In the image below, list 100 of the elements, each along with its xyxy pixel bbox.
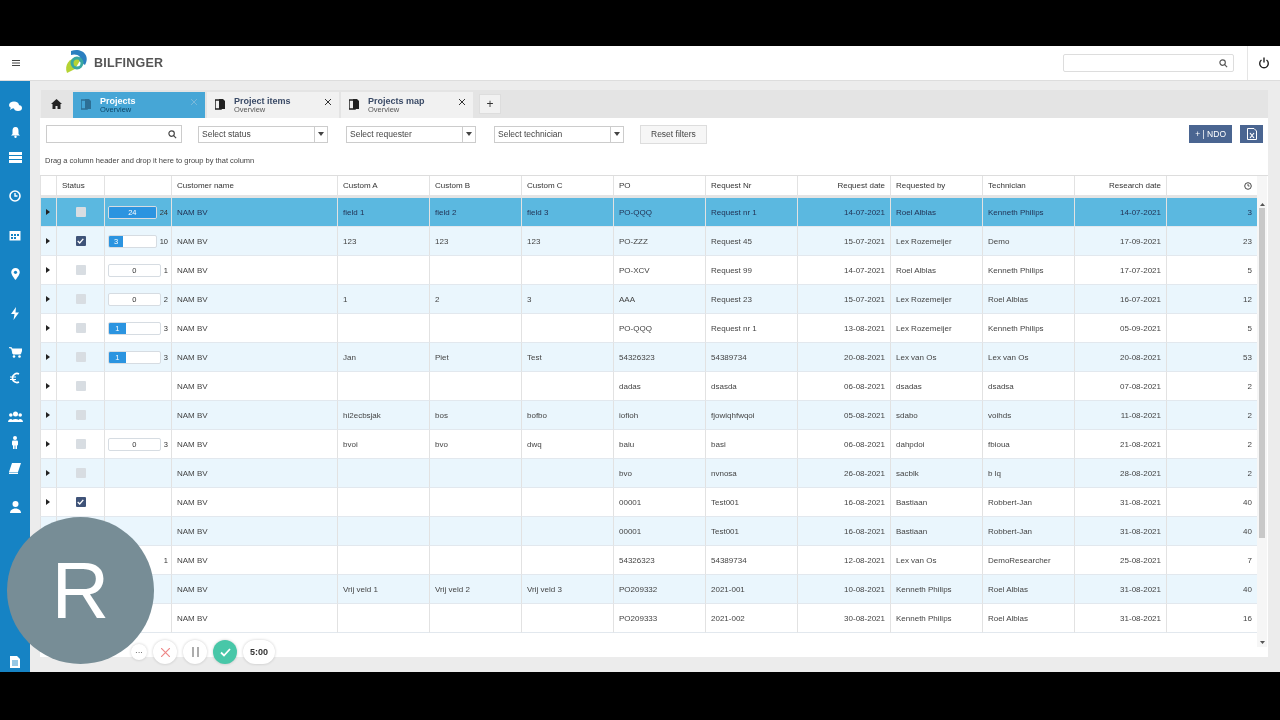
checkbox[interactable] [75, 439, 86, 449]
table-cell: 2021-001 [705, 575, 797, 604]
table-cell: NAM BV [171, 256, 337, 285]
checkbox[interactable] [75, 265, 86, 275]
column-header[interactable]: Custom B [429, 176, 521, 198]
table-cell: iofioh [613, 401, 705, 430]
book-icon[interactable] [9, 463, 21, 474]
table-cell: 123 [429, 227, 521, 256]
checkbox[interactable] [75, 323, 86, 333]
checkbox[interactable] [75, 410, 86, 420]
expand-arrow-icon[interactable] [46, 383, 50, 389]
expand-arrow-icon[interactable] [46, 499, 50, 505]
checkbox[interactable] [75, 381, 86, 391]
table-cell: Roel Alblas [890, 198, 982, 227]
close-icon [160, 647, 170, 657]
group-icon[interactable] [7, 411, 23, 422]
chat-icon[interactable] [8, 101, 22, 112]
table-cell: bvoi [337, 430, 429, 459]
column-header[interactable]: Request date [797, 176, 890, 198]
column-header[interactable]: Status [56, 176, 104, 198]
new-ndo-button[interactable]: + | NDO [1189, 125, 1232, 143]
add-tab-button[interactable]: + [479, 94, 501, 114]
table-cell: bofbo [521, 401, 613, 430]
expand-arrow-icon[interactable] [46, 325, 50, 331]
checkbox[interactable] [75, 352, 86, 362]
bell-icon[interactable] [9, 126, 21, 138]
table-cell: 5 [1166, 256, 1257, 285]
table-cell: hi2ecbsjak [337, 401, 429, 430]
checkbox[interactable] [75, 236, 86, 246]
table-cell: dadas [613, 372, 705, 401]
table-cell: 2 [1166, 430, 1257, 459]
check-icon [219, 647, 231, 657]
confirm-button[interactable] [213, 640, 237, 664]
table-cell: 31-08-2021 [1074, 604, 1166, 633]
excel-export-button[interactable] [1240, 125, 1263, 143]
column-header[interactable]: Research date [1074, 176, 1166, 198]
expand-arrow-icon[interactable] [46, 238, 50, 244]
pause-button[interactable] [183, 640, 207, 664]
table-cell: 5 [1166, 314, 1257, 343]
person-icon[interactable] [11, 436, 19, 449]
table-cell: bvo [613, 459, 705, 488]
checkbox[interactable] [75, 294, 86, 304]
table-cell: DemoResearcher [982, 546, 1074, 575]
expand-arrow-icon[interactable] [46, 354, 50, 360]
expand-arrow-icon[interactable] [46, 296, 50, 302]
expand-arrow-icon[interactable] [46, 441, 50, 447]
table-cell: Test [521, 343, 613, 372]
scroll-up-icon[interactable] [1259, 203, 1265, 206]
search-field[interactable] [46, 125, 182, 143]
checkbox[interactable] [75, 497, 86, 507]
column-header[interactable]: Customer name [171, 176, 337, 198]
clock-icon[interactable] [1244, 181, 1252, 190]
dropdown-toggle[interactable] [610, 125, 624, 143]
checkbox[interactable] [75, 468, 86, 478]
document-icon[interactable] [10, 656, 20, 668]
expand-arrow-icon[interactable] [46, 470, 50, 476]
location-pin-icon[interactable] [10, 268, 20, 280]
column-header[interactable]: Custom A [337, 176, 429, 198]
expand-arrow-icon[interactable] [46, 267, 50, 273]
column-header[interactable]: Technician [982, 176, 1074, 198]
scroll-down-icon[interactable] [1259, 641, 1265, 644]
more-button[interactable]: ··· [131, 644, 147, 660]
calendar-icon[interactable] [9, 229, 21, 241]
expand-arrow-icon[interactable] [46, 209, 50, 215]
cancel-button[interactable] [153, 640, 177, 664]
close-icon[interactable] [325, 99, 331, 105]
table-cell: Kenneth Philips [982, 314, 1074, 343]
lightning-icon[interactable] [11, 307, 19, 320]
dropdown-field[interactable]: Select requester [346, 125, 462, 143]
column-header[interactable]: Request Nr [705, 176, 797, 198]
user-icon[interactable] [9, 501, 21, 513]
tab-title: Projects map [368, 96, 426, 106]
cart-icon[interactable] [8, 347, 22, 358]
table-cell: Vrij veld 3 [521, 575, 613, 604]
table-cell: 16-08-2021 [797, 488, 890, 517]
dropdown-field[interactable]: Select status [198, 125, 314, 143]
power-icon[interactable] [1258, 57, 1270, 69]
column-header[interactable]: PO [613, 176, 705, 198]
menu-icon[interactable] [12, 60, 20, 66]
table-cell: voihds [982, 401, 1074, 430]
reset-filters-button[interactable]: Reset filters [640, 124, 707, 144]
dropdown-field[interactable]: Select technician [494, 125, 610, 143]
column-header[interactable]: Custom C [521, 176, 613, 198]
table-cell: 17-09-2021 [1074, 227, 1166, 256]
expand-arrow-icon[interactable] [46, 412, 50, 418]
list-icon[interactable] [8, 152, 22, 163]
table-cell: 54326323 [613, 343, 705, 372]
dropdown-toggle[interactable] [314, 125, 328, 143]
table-cell: NAM BV [171, 314, 337, 343]
scrollbar-thumb[interactable] [1259, 208, 1265, 538]
search-field[interactable] [1063, 54, 1234, 72]
euro-icon[interactable] [10, 372, 20, 384]
table-cell: 06-08-2021 [797, 372, 890, 401]
table-cell: Vrij veld 2 [429, 575, 521, 604]
table-cell: 00001 [613, 488, 705, 517]
dropdown-toggle[interactable] [462, 125, 476, 143]
table-cell: 123 [521, 227, 613, 256]
close-icon[interactable] [459, 99, 465, 105]
column-header[interactable]: Requested by [890, 176, 982, 198]
checkbox[interactable] [75, 207, 86, 217]
